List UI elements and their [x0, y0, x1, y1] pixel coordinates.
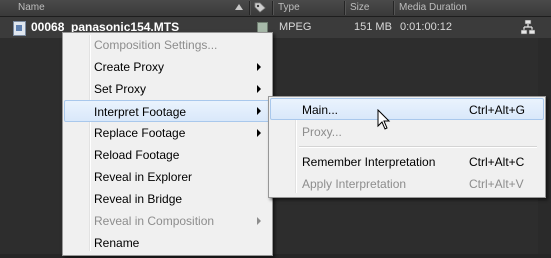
menu-item-reveal-in-bridge[interactable]: Reveal in Bridge	[64, 188, 271, 210]
menu-item-label: Reload Footage	[94, 148, 180, 162]
submenu-item-shortcut: Ctrl+Alt+V	[469, 177, 524, 191]
menu-item-label: Replace Footage	[94, 126, 186, 140]
submenu-item-label: Apply Interpretation	[302, 177, 407, 191]
column-type-header[interactable]: Type	[278, 0, 300, 16]
menu-item-create-proxy[interactable]: Create Proxy	[64, 56, 271, 78]
mouse-pointer-icon	[377, 109, 391, 130]
column-divider[interactable]	[249, 1, 251, 15]
footage-file-icon	[13, 21, 26, 36]
footage-size: 151 MB	[354, 21, 392, 33]
submenu-arrow-icon	[257, 129, 261, 137]
submenu-arrow-icon	[257, 85, 261, 93]
menu-item-label: Interpret Footage	[94, 105, 187, 119]
submenu-arrow-icon	[257, 63, 261, 71]
menu-item-interpret-footage[interactable]: Interpret Footage	[64, 100, 271, 122]
column-size-header[interactable]: Size	[350, 0, 369, 16]
menu-item-set-proxy[interactable]: Set Proxy	[64, 78, 271, 100]
menu-separator	[299, 146, 537, 148]
menu-item-composition-settings[interactable]: Composition Settings...	[64, 34, 271, 56]
submenu-item-shortcut: Ctrl+Alt+G	[469, 103, 526, 117]
label-tag-icon[interactable]	[254, 2, 266, 13]
interpret-footage-submenu: Main... Ctrl+Alt+G Proxy... Remember Int…	[268, 96, 546, 198]
submenu-item-shortcut: Ctrl+Alt+C	[469, 155, 525, 169]
submenu-item-remember-interpretation[interactable]: Remember Interpretation Ctrl+Alt+C	[270, 151, 544, 173]
menu-item-label: Create Proxy	[94, 60, 165, 74]
menu-item-label: Rename	[94, 236, 140, 250]
submenu-item-label: Main...	[302, 103, 339, 117]
flowchart-icon[interactable]	[521, 20, 535, 35]
menu-item-label: Reveal in Composition	[94, 214, 215, 228]
sort-ascending-icon[interactable]	[235, 4, 243, 10]
column-divider[interactable]	[272, 1, 274, 15]
column-divider[interactable]	[344, 1, 346, 15]
footage-duration: 0:01:00:12	[400, 21, 452, 33]
submenu-item-proxy[interactable]: Proxy...	[270, 121, 544, 143]
submenu-arrow-icon	[257, 217, 261, 225]
menu-item-reveal-in-explorer[interactable]: Reveal in Explorer	[64, 166, 271, 188]
menu-item-label: Set Proxy	[94, 82, 147, 96]
submenu-arrow-icon	[257, 107, 261, 115]
submenu-item-main[interactable]: Main... Ctrl+Alt+G	[270, 98, 544, 120]
menu-item-rename[interactable]: Rename	[64, 232, 271, 254]
submenu-item-label: Proxy...	[302, 125, 342, 139]
menu-item-label: Composition Settings...	[94, 38, 218, 52]
submenu-item-apply-interpretation[interactable]: Apply Interpretation Ctrl+Alt+V	[270, 173, 544, 195]
menu-item-replace-footage[interactable]: Replace Footage	[64, 122, 271, 144]
menu-item-label: Reveal in Bridge	[94, 192, 183, 206]
menu-item-label: Reveal in Explorer	[94, 170, 193, 184]
column-divider[interactable]	[393, 1, 395, 15]
context-menu: Composition Settings... Create Proxy Set…	[62, 32, 273, 256]
submenu-item-label: Remember Interpretation	[302, 155, 436, 169]
menu-item-reveal-in-composition[interactable]: Reveal in Composition	[64, 210, 271, 232]
column-name-header[interactable]: Name	[18, 0, 45, 16]
menu-item-reload-footage[interactable]: Reload Footage	[64, 144, 271, 166]
column-header-bar: Name Type Size Media Duration	[0, 0, 551, 17]
column-media-duration-header[interactable]: Media Duration	[399, 0, 467, 16]
footage-type: MPEG	[279, 21, 312, 33]
